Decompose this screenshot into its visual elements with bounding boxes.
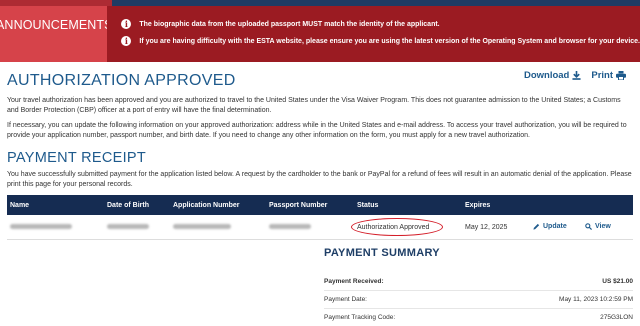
column-header: Expires [465, 201, 491, 209]
application-number-redacted [173, 223, 269, 231]
announcements-banner: ANNOUNCEMENTS i The biographic data from… [0, 6, 640, 62]
expires-cell: May 12, 2025 [465, 223, 508, 231]
table-row: Authorization Approved May 12, 2025 Upda… [7, 215, 633, 240]
passport-number-redacted [269, 223, 357, 231]
column-header: Date of Birth [107, 201, 149, 209]
info-icon: i [121, 19, 132, 29]
dob-cell-redacted [107, 223, 173, 231]
search-icon [585, 222, 592, 230]
info-icon: i [121, 36, 132, 46]
payment-summary-title: PAYMENT SUMMARY [324, 247, 440, 259]
print-button[interactable]: Print [591, 70, 626, 81]
print-icon [616, 71, 626, 80]
update-link[interactable]: Update [533, 223, 585, 232]
table-header: Name Date of Birth Application Number Pa… [7, 195, 633, 215]
column-header: Application Number [173, 201, 240, 209]
summary-row-payment-received: Payment Received: US $21.00 [324, 273, 633, 291]
summary-row-payment-date: Payment Date: May 11, 2023 10:2:59 PM [324, 291, 633, 309]
pencil-icon [533, 223, 540, 230]
status-badge: Authorization Approved [351, 217, 443, 236]
announcement-item: i The biographic data from the uploaded … [121, 17, 640, 31]
document-actions: Download Print [524, 70, 626, 81]
status-cell: Authorization Approved [351, 217, 465, 236]
receipt-title: PAYMENT RECEIPT [7, 150, 147, 166]
column-header: Name [10, 201, 30, 209]
authorization-paragraph-2: If necessary, you can update the followi… [7, 122, 627, 139]
column-header: Passport Number [269, 201, 328, 209]
authorization-paragraph-1: Your travel authorization has been appro… [7, 97, 621, 114]
announcement-item: i If you are having difficulty with the … [121, 34, 640, 48]
announcements-body: i The biographic data from the uploaded … [107, 6, 640, 62]
view-link[interactable]: View [585, 223, 633, 232]
download-icon [572, 71, 581, 80]
summary-row-tracking-code: Payment Tracking Code: 275G3LON [324, 309, 633, 326]
name-cell-redacted [7, 223, 107, 231]
status-highlight-circle [351, 217, 443, 236]
receipt-paragraph: You have successfully submitted payment … [7, 171, 632, 188]
announcements-label: ANNOUNCEMENTS [0, 6, 108, 62]
column-header: Status [357, 201, 379, 209]
receipt-table: Name Date of Birth Application Number Pa… [7, 195, 633, 240]
download-button[interactable]: Download [524, 70, 581, 81]
authorization-title: AUTHORIZATION APPROVED [7, 72, 236, 89]
